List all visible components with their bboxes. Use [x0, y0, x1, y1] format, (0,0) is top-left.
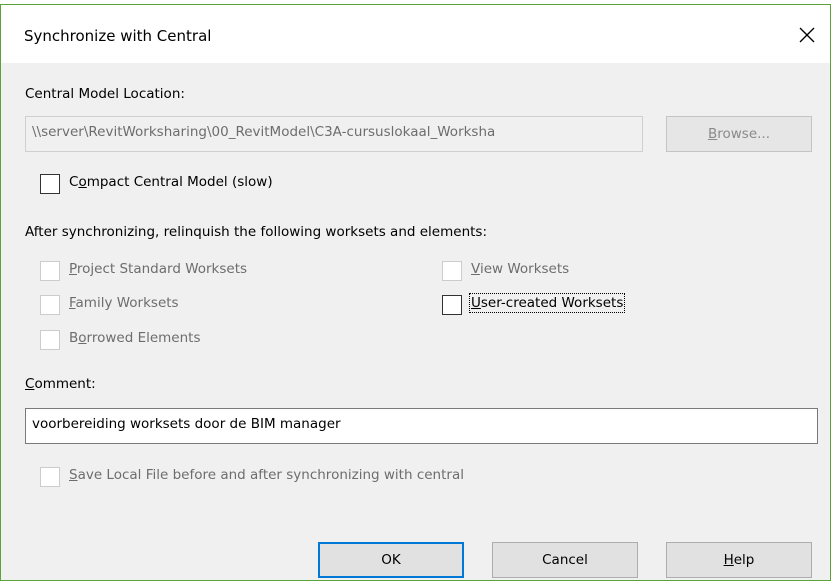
- comment-input[interactable]: voorbereiding worksets door de BIM manag…: [25, 408, 818, 444]
- close-button[interactable]: [784, 15, 830, 55]
- relinquish-heading: After synchronizing, relinquish the foll…: [25, 224, 487, 240]
- help-button[interactable]: Help: [666, 542, 812, 578]
- dialog-title: Synchronize with Central: [24, 27, 212, 45]
- comment-label: Comment:: [25, 376, 96, 392]
- save-local-file-checkbox: [40, 467, 60, 487]
- compact-central-model-label[interactable]: Compact Central Model (slow): [69, 174, 273, 190]
- synchronize-dialog: Synchronize with Central Central Model L…: [0, 4, 831, 581]
- borrowed-elements-checkbox: [40, 330, 60, 350]
- family-worksets-label: Family Worksets: [69, 295, 179, 311]
- close-icon: [799, 27, 815, 43]
- cancel-button-label: Cancel: [542, 552, 588, 568]
- cancel-button[interactable]: Cancel: [492, 542, 638, 578]
- central-model-path-field: \\server\RevitWorksharing\00_RevitModel\…: [25, 116, 643, 152]
- help-button-label: Help: [723, 552, 755, 568]
- view-worksets-label: View Worksets: [471, 261, 570, 277]
- project-standard-worksets-checkbox: [40, 261, 60, 281]
- user-created-worksets-checkbox[interactable]: [442, 295, 462, 315]
- ok-button[interactable]: OK: [318, 542, 464, 578]
- project-standard-worksets-label: Project Standard Worksets: [69, 261, 248, 277]
- browse-button-label: Browse...: [707, 126, 771, 142]
- central-model-location-label: Central Model Location:: [25, 86, 185, 102]
- title-bar[interactable]: Synchronize with Central: [1, 5, 830, 63]
- browse-button: Browse...: [666, 116, 812, 152]
- compact-central-model-checkbox[interactable]: [40, 174, 60, 194]
- save-local-file-label: Save Local File before and after synchro…: [69, 467, 464, 483]
- ok-button-label: OK: [381, 552, 401, 568]
- user-created-worksets-label[interactable]: User-created Worksets: [468, 293, 626, 313]
- family-worksets-checkbox: [40, 295, 60, 315]
- borrowed-elements-label: Borrowed Elements: [69, 330, 201, 346]
- view-worksets-checkbox: [442, 261, 462, 281]
